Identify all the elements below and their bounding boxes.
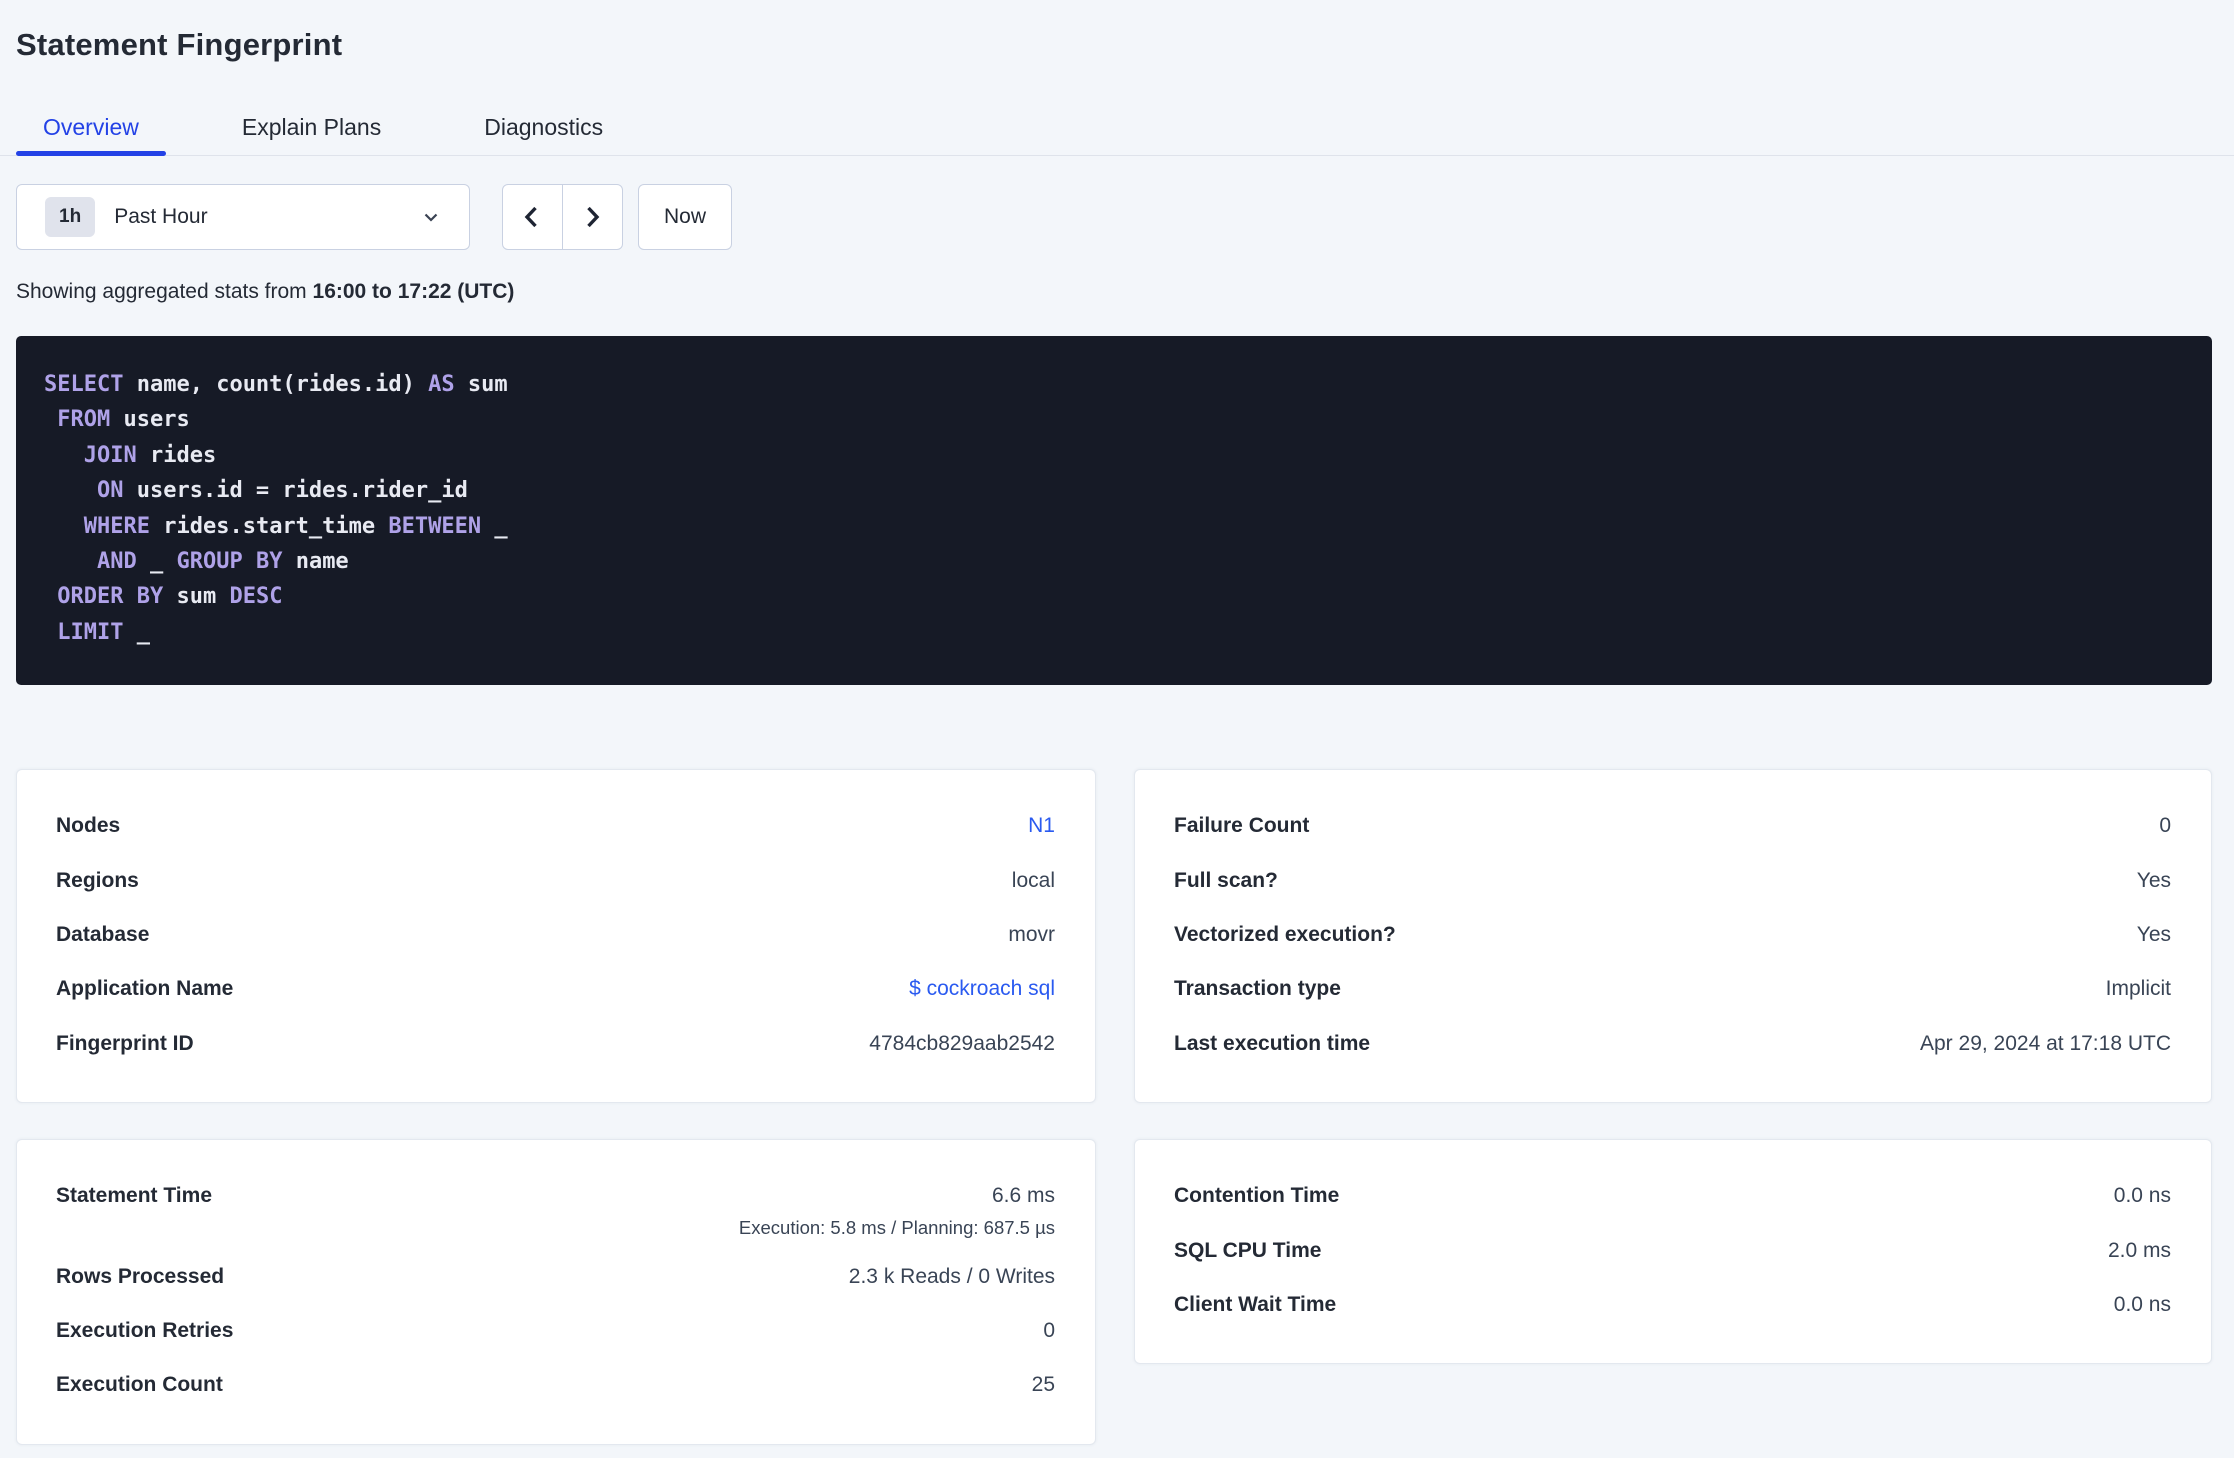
kv-row: Contention Time 0.0 ns: [1174, 1169, 2171, 1223]
now-button[interactable]: Now: [638, 184, 732, 250]
kv-value-link[interactable]: $ cockroach sql: [909, 977, 1055, 1001]
kv-row: Fingerprint ID 4784cb829aab2542: [56, 1017, 1055, 1071]
now-button-label: Now: [663, 205, 706, 228]
aggregated-stats-range: 16:00 to 17:22 (UTC): [312, 280, 515, 303]
kv-label: Client Wait Time: [1174, 1292, 1337, 1316]
kv-row: Last execution time Apr 29, 2024 at 17:18…: [1174, 1017, 2171, 1071]
sql-line: ORDER BY sum DESC: [57, 584, 283, 610]
kv-value: movr: [1008, 922, 1055, 946]
tab-diagnostics[interactable]: Diagnostics: [457, 99, 630, 155]
kv-value: Yes: [2136, 922, 2171, 946]
kv-value: local: [1011, 868, 1055, 892]
kv-row: Application Name $ cockroach sql: [56, 962, 1055, 1016]
kv-label: Statement Time: [56, 1184, 212, 1208]
kv-value: 2.3 k Reads / 0 Writes: [848, 1264, 1055, 1288]
kv-label: Execution Count: [56, 1373, 223, 1397]
summary-cards-row-1: Nodes N1 Regions local Database movr Applicati…: [16, 769, 2212, 1103]
time-controls-row: 1h Past Hour Now: [16, 184, 2212, 250]
execution-attributes-card: Failure Count 0 Full scan? Yes Vectorized ex…: [1134, 769, 2212, 1103]
kv-label: Contention Time: [1174, 1184, 1340, 1208]
aggregated-stats-prefix: Showing aggregated stats from: [16, 280, 313, 303]
chevron-right-icon: [579, 203, 605, 231]
page-title: Statement Fingerprint: [16, 27, 343, 62]
tab-explain-plans[interactable]: Explain Plans: [215, 99, 408, 155]
kv-label: Nodes: [56, 814, 121, 838]
sql-line: WHERE rides.start_time BETWEEN _: [83, 513, 508, 539]
kv-row: Failure Count 0: [1174, 799, 2171, 853]
kv-value: 0: [2159, 814, 2171, 838]
kv-row: Rows Processed 2.3 k Reads / 0 Writes: [56, 1249, 1055, 1303]
tab-diagnostics-label: Diagnostics: [484, 113, 604, 140]
kv-label: Vectorized execution?: [1174, 922, 1396, 946]
sql-statement-box: SELECT name, count(rides.id) AS sum FROM…: [16, 336, 2212, 685]
tabs-bar: Overview Explain Plans Diagnostics: [0, 99, 2234, 156]
kv-row: Nodes N1: [56, 799, 1055, 853]
statement-fingerprint-page: Statement Fingerprint Overview Explain P…: [0, 0, 2234, 1458]
kv-label: Database: [56, 922, 150, 946]
kv-value: 0.0 ns: [2113, 1292, 2171, 1316]
kv-value: Yes: [2136, 868, 2171, 892]
sql-line: JOIN rides: [83, 442, 217, 468]
kv-row: Full scan? Yes: [1174, 853, 2171, 907]
kv-row: Regions local: [56, 853, 1055, 907]
sql-line: LIMIT _: [57, 619, 150, 645]
kv-row: Database movr: [56, 908, 1055, 962]
time-range-badge: 1h: [45, 197, 96, 237]
kv-row: Client Wait Time 0.0 ns: [1174, 1278, 2171, 1332]
kv-row: Execution Retries 0: [56, 1304, 1055, 1358]
kv-value: 4784cb829aab2542: [869, 1031, 1055, 1055]
kv-row: Vectorized execution? Yes: [1174, 908, 2171, 962]
time-step-button-group: [502, 184, 623, 250]
statement-details-card: Nodes N1 Regions local Database movr Applicati…: [16, 769, 1096, 1103]
previous-interval-button[interactable]: [503, 185, 563, 249]
kv-value: 0.0 ns: [2113, 1184, 2171, 1208]
kv-row: SQL CPU Time 2.0 ms: [1174, 1223, 2171, 1277]
chevron-down-icon: [419, 205, 443, 229]
kv-row: Execution Count 25: [56, 1358, 1055, 1412]
sql-line: FROM users: [57, 407, 190, 433]
sql-line: SELECT name, count(rides.id) AS sum: [44, 372, 508, 397]
kv-value-link[interactable]: N1: [1028, 814, 1055, 838]
time-range-label: Past Hour: [114, 205, 208, 228]
kv-label: Application Name: [56, 977, 234, 1001]
kv-row: Statement Time 6.6 ms: [56, 1169, 1055, 1223]
chevron-left-icon: [519, 203, 545, 231]
aggregated-stats-caption: Showing aggregated stats from 16:00 to 1…: [16, 280, 2212, 304]
wait-times-card: Contention Time 0.0 ns SQL CPU Time 2.0 ms C…: [1134, 1138, 2212, 1365]
kv-value: Implicit: [2105, 977, 2171, 1001]
kv-label: Last execution time: [1174, 1031, 1371, 1055]
tab-overview[interactable]: Overview: [16, 99, 166, 156]
kv-label: Execution Retries: [56, 1318, 234, 1342]
kv-label: Failure Count: [1174, 814, 1310, 838]
kv-row: Transaction type Implicit: [1174, 962, 2171, 1016]
kv-label: SQL CPU Time: [1174, 1238, 1322, 1262]
kv-label: Regions: [56, 868, 139, 892]
kv-value: 0: [1043, 1318, 1055, 1342]
kv-value: 2.0 ms: [2107, 1238, 2171, 1262]
kv-value: 6.6 ms: [991, 1184, 1055, 1208]
tab-explain-plans-label: Explain Plans: [241, 113, 382, 140]
kv-label: Fingerprint ID: [56, 1031, 194, 1055]
kv-subvalue: Execution: 5.8 ms / Planning: 687.5 µs: [738, 1217, 1055, 1239]
sql-line: ON users.id = rides.rider_id: [96, 478, 468, 504]
next-interval-button[interactable]: [563, 185, 623, 249]
active-tab-ink-bar: [16, 151, 166, 156]
tab-overview-label: Overview: [43, 113, 139, 140]
kv-label: Transaction type: [1174, 977, 1341, 1001]
kv-label: Rows Processed: [56, 1264, 225, 1288]
summary-cards-row-2: Statement Time 6.6 ms Execution: 5.8 ms / …: [16, 1138, 2212, 1445]
kv-label: Full scan?: [1174, 868, 1278, 892]
sql-line: AND _ GROUP BY name: [96, 549, 349, 575]
kv-value: Apr 29, 2024 at 17:18 UTC: [1920, 1031, 2171, 1055]
time-range-select[interactable]: 1h Past Hour: [16, 184, 470, 250]
statement-stats-card: Statement Time 6.6 ms Execution: 5.8 ms / …: [16, 1138, 1096, 1445]
kv-value: 25: [1031, 1373, 1055, 1397]
